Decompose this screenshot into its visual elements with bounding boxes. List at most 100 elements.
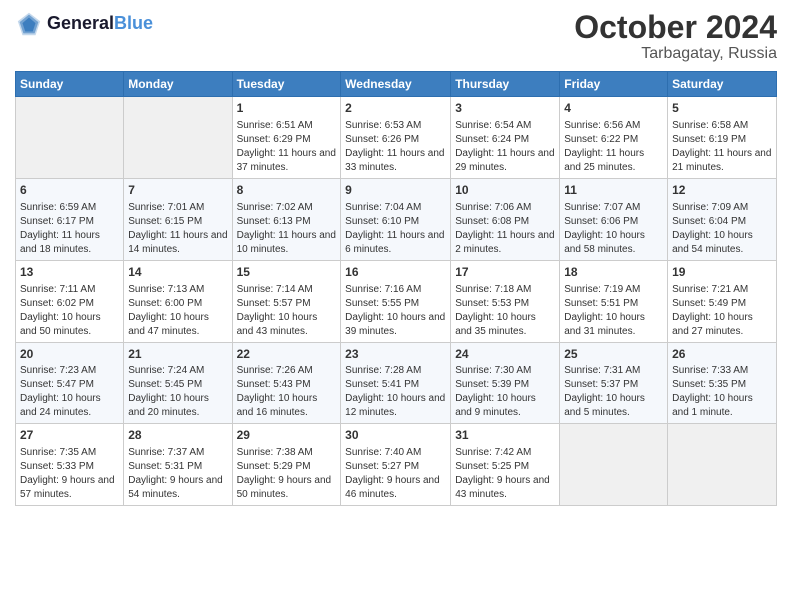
sunset-text: Sunset: 5:47 PM: [20, 379, 94, 390]
sunset-text: Sunset: 5:45 PM: [128, 379, 202, 390]
day-header-thursday: Thursday: [451, 72, 560, 97]
daylight-text: Daylight: 10 hours and 12 minutes.: [345, 393, 445, 418]
calendar-cell: 30Sunrise: 7:40 AMSunset: 5:27 PMDayligh…: [341, 424, 451, 506]
sunrise-text: Sunrise: 7:18 AM: [455, 284, 531, 295]
sunrise-text: Sunrise: 7:01 AM: [128, 202, 204, 213]
daylight-text: Daylight: 9 hours and 57 minutes.: [20, 475, 115, 500]
sunset-text: Sunset: 6:00 PM: [128, 298, 202, 309]
day-header-saturday: Saturday: [668, 72, 777, 97]
calendar-cell: [668, 424, 777, 506]
daylight-text: Daylight: 9 hours and 54 minutes.: [128, 475, 223, 500]
week-row-4: 27Sunrise: 7:35 AMSunset: 5:33 PMDayligh…: [16, 424, 777, 506]
sunrise-text: Sunrise: 6:54 AM: [455, 120, 531, 131]
sunrise-text: Sunrise: 7:06 AM: [455, 202, 531, 213]
week-row-3: 20 Sunrise: 7:23 AM Sunset: 5:47 PM Dayligh…: [16, 342, 777, 424]
calendar-cell: [16, 97, 124, 179]
daylight-text: Daylight: 10 hours and 50 minutes.: [20, 312, 101, 337]
calendar-cell: 24Sunrise: 7:30 AMSunset: 5:39 PMDayligh…: [451, 342, 560, 424]
sunset-text: Sunset: 6:19 PM: [672, 134, 746, 145]
calendar-cell: 15Sunrise: 7:14 AMSunset: 5:57 PMDayligh…: [232, 260, 341, 342]
sunrise-text: Sunrise: 7:31 AM: [564, 365, 640, 376]
sunset-text: Sunset: 5:55 PM: [345, 298, 419, 309]
day-number: 27: [20, 427, 119, 444]
calendar-cell: 12Sunrise: 7:09 AMSunset: 6:04 PMDayligh…: [668, 178, 777, 260]
sunset-text: Sunset: 5:25 PM: [455, 461, 529, 472]
daylight-text: Daylight: 10 hours and 54 minutes.: [672, 230, 753, 255]
sunset-text: Sunset: 5:35 PM: [672, 379, 746, 390]
calendar-cell: 31Sunrise: 7:42 AMSunset: 5:25 PMDayligh…: [451, 424, 560, 506]
day-header-wednesday: Wednesday: [341, 72, 451, 97]
sunrise-text: Sunrise: 7:09 AM: [672, 202, 748, 213]
sunrise-text: Sunrise: 7:07 AM: [564, 202, 640, 213]
day-number: 20: [20, 346, 119, 363]
calendar-cell: 1Sunrise: 6:51 AMSunset: 6:29 PMDaylight…: [232, 97, 341, 179]
daylight-text: Daylight: 11 hours and 2 minutes.: [455, 230, 554, 255]
day-number: 2: [345, 100, 446, 117]
day-number: 7: [128, 182, 227, 199]
daylight-text: Daylight: 10 hours and 43 minutes.: [237, 312, 318, 337]
day-number: 14: [128, 264, 227, 281]
calendar-cell: 9Sunrise: 7:04 AMSunset: 6:10 PMDaylight…: [341, 178, 451, 260]
calendar-cell: 5Sunrise: 6:58 AMSunset: 6:19 PMDaylight…: [668, 97, 777, 179]
day-number: 28: [128, 427, 227, 444]
daylight-text: Daylight: 11 hours and 18 minutes.: [20, 230, 100, 255]
daylight-text: Daylight: 10 hours and 24 minutes.: [20, 393, 101, 418]
sunset-text: Sunset: 6:24 PM: [455, 134, 529, 145]
sunrise-text: Sunrise: 7:11 AM: [20, 284, 95, 295]
calendar-cell: 21Sunrise: 7:24 AMSunset: 5:45 PMDayligh…: [124, 342, 232, 424]
sunrise-text: Sunrise: 7:38 AM: [237, 447, 313, 458]
daylight-text: Daylight: 10 hours and 20 minutes.: [128, 393, 209, 418]
sunrise-text: Sunrise: 7:16 AM: [345, 284, 421, 295]
sunset-text: Sunset: 6:15 PM: [128, 216, 202, 227]
sunset-text: Sunset: 6:10 PM: [345, 216, 419, 227]
day-number: 31: [455, 427, 555, 444]
sunset-text: Sunset: 5:29 PM: [237, 461, 311, 472]
sunset-text: Sunset: 6:17 PM: [20, 216, 94, 227]
page-container: GeneralBlue October 2024 Tarbagatay, Rus…: [0, 0, 792, 511]
sunrise-text: Sunrise: 7:23 AM: [20, 365, 96, 376]
calendar-cell: 2Sunrise: 6:53 AMSunset: 6:26 PMDaylight…: [341, 97, 451, 179]
logo-icon: [15, 10, 43, 38]
day-number: 16: [345, 264, 446, 281]
sunrise-text: Sunrise: 7:26 AM: [237, 365, 313, 376]
sunset-text: Sunset: 6:04 PM: [672, 216, 746, 227]
day-number: 17: [455, 264, 555, 281]
daylight-text: Daylight: 11 hours and 6 minutes.: [345, 230, 444, 255]
calendar-cell: 29Sunrise: 7:38 AMSunset: 5:29 PMDayligh…: [232, 424, 341, 506]
daylight-text: Daylight: 11 hours and 10 minutes.: [237, 230, 336, 255]
month-title: October 2024: [574, 10, 777, 45]
sunset-text: Sunset: 5:37 PM: [564, 379, 638, 390]
sunrise-text: Sunrise: 6:53 AM: [345, 120, 421, 131]
header-row: SundayMondayTuesdayWednesdayThursdayFrid…: [16, 72, 777, 97]
sunrise-text: Sunrise: 7:35 AM: [20, 447, 96, 458]
calendar-cell: 28Sunrise: 7:37 AMSunset: 5:31 PMDayligh…: [124, 424, 232, 506]
daylight-text: Daylight: 10 hours and 47 minutes.: [128, 312, 209, 337]
calendar-cell: [124, 97, 232, 179]
sunset-text: Sunset: 6:29 PM: [237, 134, 311, 145]
day-number: 8: [237, 182, 337, 199]
daylight-text: Daylight: 10 hours and 58 minutes.: [564, 230, 645, 255]
logo-text: GeneralBlue: [47, 14, 153, 34]
day-number: 13: [20, 264, 119, 281]
sunrise-text: Sunrise: 7:24 AM: [128, 365, 204, 376]
day-number: 5: [672, 100, 772, 117]
daylight-text: Daylight: 10 hours and 27 minutes.: [672, 312, 753, 337]
sunset-text: Sunset: 5:53 PM: [455, 298, 529, 309]
day-number: 29: [237, 427, 337, 444]
daylight-text: Daylight: 9 hours and 43 minutes.: [455, 475, 550, 500]
day-header-tuesday: Tuesday: [232, 72, 341, 97]
day-header-monday: Monday: [124, 72, 232, 97]
sunset-text: Sunset: 5:27 PM: [345, 461, 419, 472]
calendar-cell: 4Sunrise: 6:56 AMSunset: 6:22 PMDaylight…: [560, 97, 668, 179]
week-row-1: 6 Sunrise: 6:59 AM Sunset: 6:17 PM Daylight…: [16, 178, 777, 260]
calendar-cell: [560, 424, 668, 506]
daylight-text: Daylight: 10 hours and 5 minutes.: [564, 393, 645, 418]
sunset-text: Sunset: 6:13 PM: [237, 216, 311, 227]
day-number: 4: [564, 100, 663, 117]
day-number: 3: [455, 100, 555, 117]
sunrise-text: Sunrise: 6:59 AM: [20, 202, 96, 213]
sunset-text: Sunset: 6:06 PM: [564, 216, 638, 227]
daylight-text: Daylight: 10 hours and 16 minutes.: [237, 393, 318, 418]
calendar-cell: 27Sunrise: 7:35 AMSunset: 5:33 PMDayligh…: [16, 424, 124, 506]
day-number: 6: [20, 182, 119, 199]
